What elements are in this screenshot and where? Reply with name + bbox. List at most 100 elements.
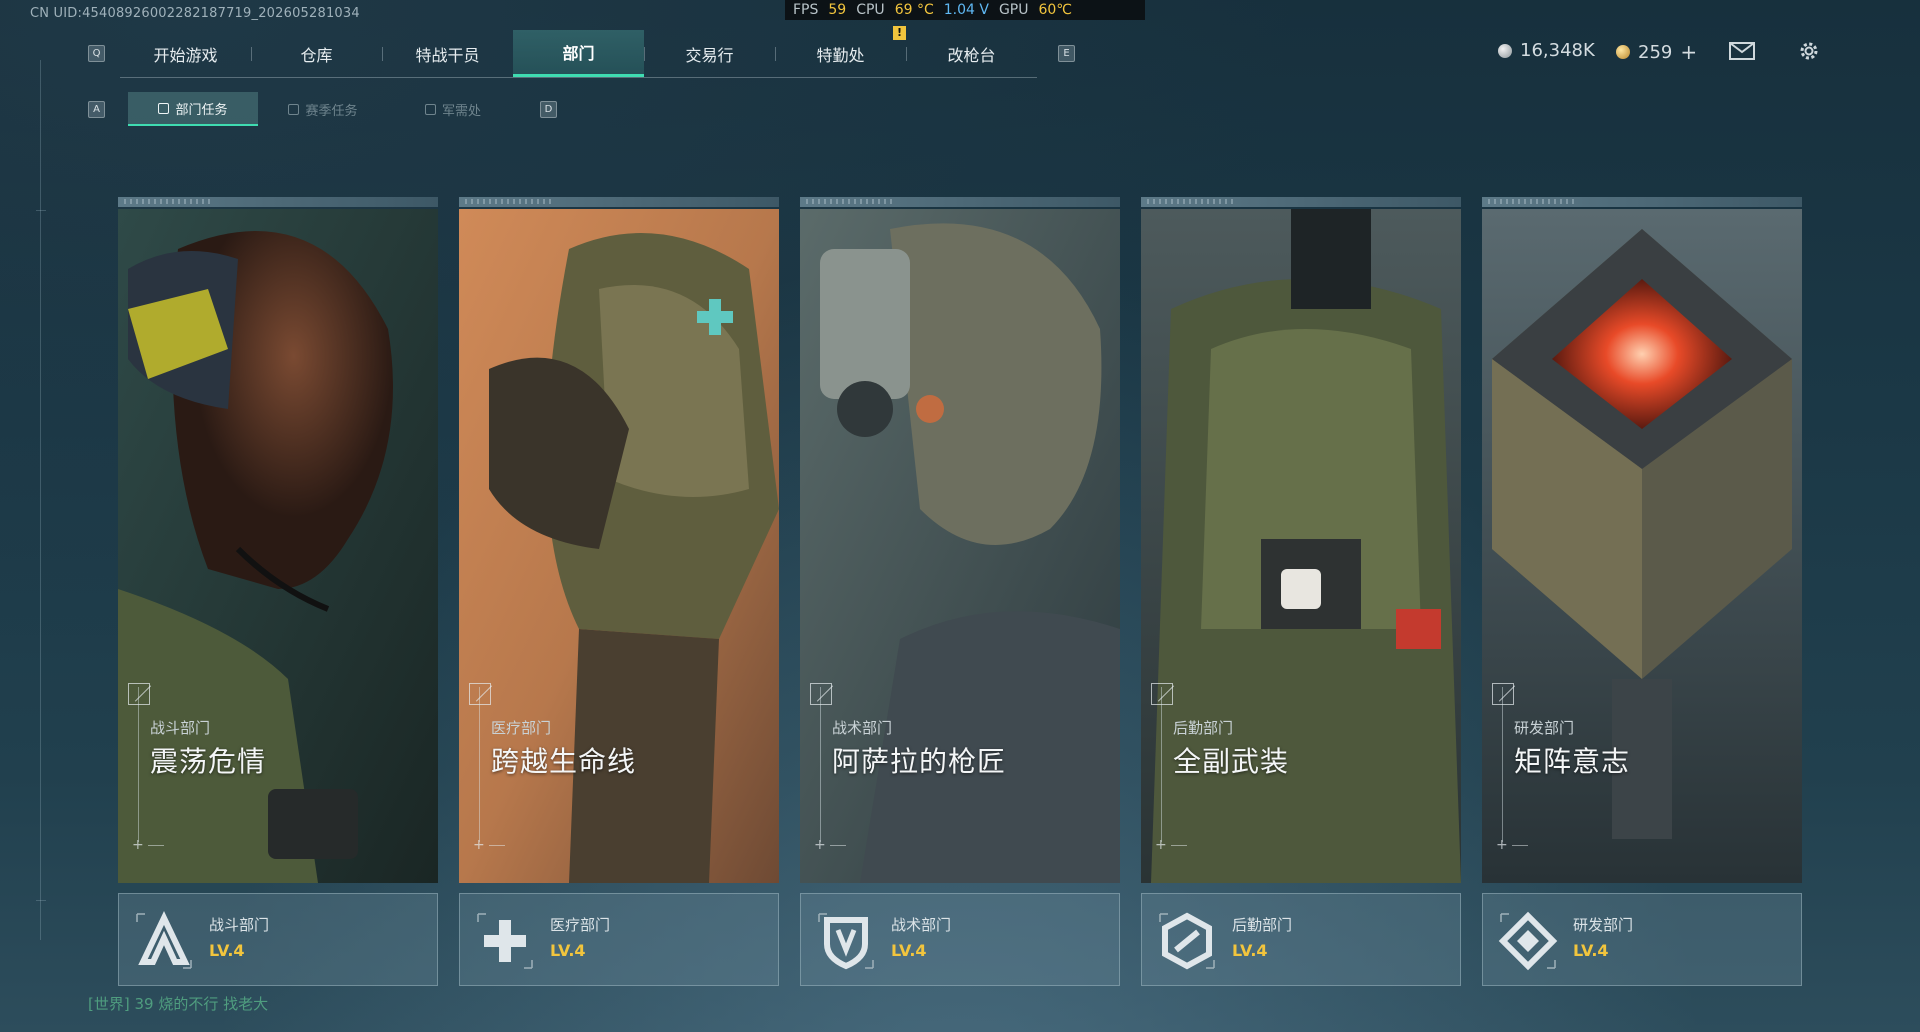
research-department-card[interactable]: + 研发部门 矩阵意志 [1482,197,1802,883]
hud-left-tick [36,210,46,211]
tab-warehouse[interactable]: 仓库 [251,30,382,77]
plate-level: LV.4 [1573,941,1609,960]
plate-department-name: 战斗部门 [209,916,270,934]
task-icon [158,102,170,114]
research-level-plate[interactable]: 研发部门 LV.4 [1482,893,1802,986]
combat-level-plate[interactable]: 战斗部门 LV.4 [118,893,438,986]
crosshair-mark: + [1496,837,1508,853]
medical-level-plate[interactable]: 医疗部门 LV.4 [459,893,779,986]
crosshair-mark: + [132,837,144,853]
logistics-hex-icon [1154,908,1220,974]
logistics-department-card[interactable]: + 后勤部门 全副武装 [1141,197,1461,883]
card-department: 研发部门 [1514,719,1575,737]
hud-left-tick-2 [36,900,46,901]
chat-message: 烧的不行 找老大 [158,995,269,1013]
gold-coin-icon [1616,45,1630,59]
plate-level: LV.4 [1232,941,1268,960]
card-department: 后勤部门 [1173,719,1234,737]
frame-line [1502,687,1503,842]
gpu-label: GPU [998,2,1029,18]
silver-coin-icon [1498,43,1512,58]
performance-overlay: FPS 59 CPU 69 °C 1.04 V GPU 60℃ [785,0,1145,20]
corner-bracket [810,683,832,705]
tab-label: 赛季任务 [305,103,358,119]
research-diamond-icon [1495,908,1561,974]
plate-level: LV.4 [209,941,245,960]
tab-gunsmith[interactable]: 改枪台 [906,30,1037,77]
medic-carrying-soldier-art [459,209,779,883]
frame-dash [1512,845,1528,846]
card-mission-title: 跨越生命线 [491,745,637,778]
frame-dash [1171,845,1187,846]
card-department: 战斗部门 [150,719,211,737]
card-header-bar [1141,197,1461,207]
sub-nav: 部门任务 赛季任务 军需处 [128,92,518,126]
logistics-level-plate[interactable]: 后勤部门 LV.4 [1141,893,1461,986]
plate-level: LV.4 [891,941,927,960]
tab-operators[interactable]: 特战干员 [382,30,513,77]
corner-bracket [1492,683,1514,705]
main-nav: 开始游戏 仓库 特战干员 部门 交易行 特勤处 改枪台 [120,30,1037,78]
gear-icon[interactable] [1795,40,1823,62]
silver-amount: 16,348K [1520,40,1595,61]
cpu-voltage: 1.04 V [943,2,989,18]
mail-icon[interactable] [1728,40,1756,62]
hud-left-line [40,60,41,940]
tab-department-tasks[interactable]: 部门任务 [128,92,258,126]
silver-currency: 16,348K [1498,40,1595,61]
tab-special-service[interactable]: 特勤处 [775,30,906,77]
tactical-shield-icon [813,908,879,974]
cpu-label: CPU [856,2,885,18]
a-key-hint[interactable]: A [88,101,105,118]
card-header-bar [800,197,1120,207]
corner-bracket [469,683,491,705]
combat-department-card[interactable]: + 战斗部门 震荡危情 [118,197,438,883]
plate-carrier-art [1141,209,1461,883]
player-uid: CN UID:4540892600228218771​9_20260528103… [30,6,360,21]
frame-line [1161,687,1162,842]
supply-icon [424,103,436,115]
matrix-cube-art [1482,209,1802,883]
tab-quartermaster[interactable]: 军需处 [388,92,518,126]
card-mission-title: 矩阵意志 [1514,745,1631,778]
tab-season-tasks[interactable]: 赛季任务 [258,92,388,126]
tab-label: 部门任务 [175,102,228,118]
plate-department-name: 战术部门 [891,916,952,934]
card-header-bar [1482,197,1802,207]
frame-dash [830,845,846,846]
season-icon [288,103,300,115]
crosshair-mark: + [473,837,485,853]
crosshair-mark: + [1155,837,1167,853]
combat-department-icon [131,908,197,974]
card-mission-title: 全副武装 [1173,745,1290,778]
card-mission-title: 阿萨拉的枪匠 [832,745,1007,778]
tab-trading[interactable]: 交易行 [644,30,775,77]
frame-line [820,687,821,842]
chat-channel: [世界] [88,995,130,1013]
card-department: 战术部门 [832,719,893,737]
frame-dash [489,845,505,846]
medical-department-card[interactable]: + 医疗部门 跨越生命线 [459,197,779,883]
card-mission-title: 震荡危情 [150,745,267,778]
tactical-department-card[interactable]: + 战术部门 阿萨拉的枪匠 [800,197,1120,883]
plate-department-name: 研发部门 [1573,916,1634,934]
gold-currency: 259 + [1616,40,1697,64]
gpu-temp: 60℃ [1038,2,1073,18]
tab-start-game[interactable]: 开始游戏 [120,30,251,77]
add-gold-button[interactable]: + [1680,40,1697,64]
card-department: 医疗部门 [491,719,552,737]
operator-portrait-art [118,209,438,883]
frame-line [138,687,139,842]
plate-department-name: 医疗部门 [550,916,611,934]
tab-departments[interactable]: 部门 [513,30,644,77]
d-key-hint[interactable]: D [540,101,557,118]
q-key-hint[interactable]: Q [88,45,105,62]
e-key-hint[interactable]: E [1058,45,1075,62]
tactical-level-plate[interactable]: 战术部门 LV.4 [800,893,1120,986]
fps-label: FPS [793,2,819,18]
plate-level: LV.4 [550,941,586,960]
card-header-bar [459,197,779,207]
world-chat-line[interactable]: [世界] 39 烧的不行 找老大 [88,993,268,1014]
plate-department-name: 后勤部门 [1232,916,1293,934]
card-header-bar [118,197,438,207]
